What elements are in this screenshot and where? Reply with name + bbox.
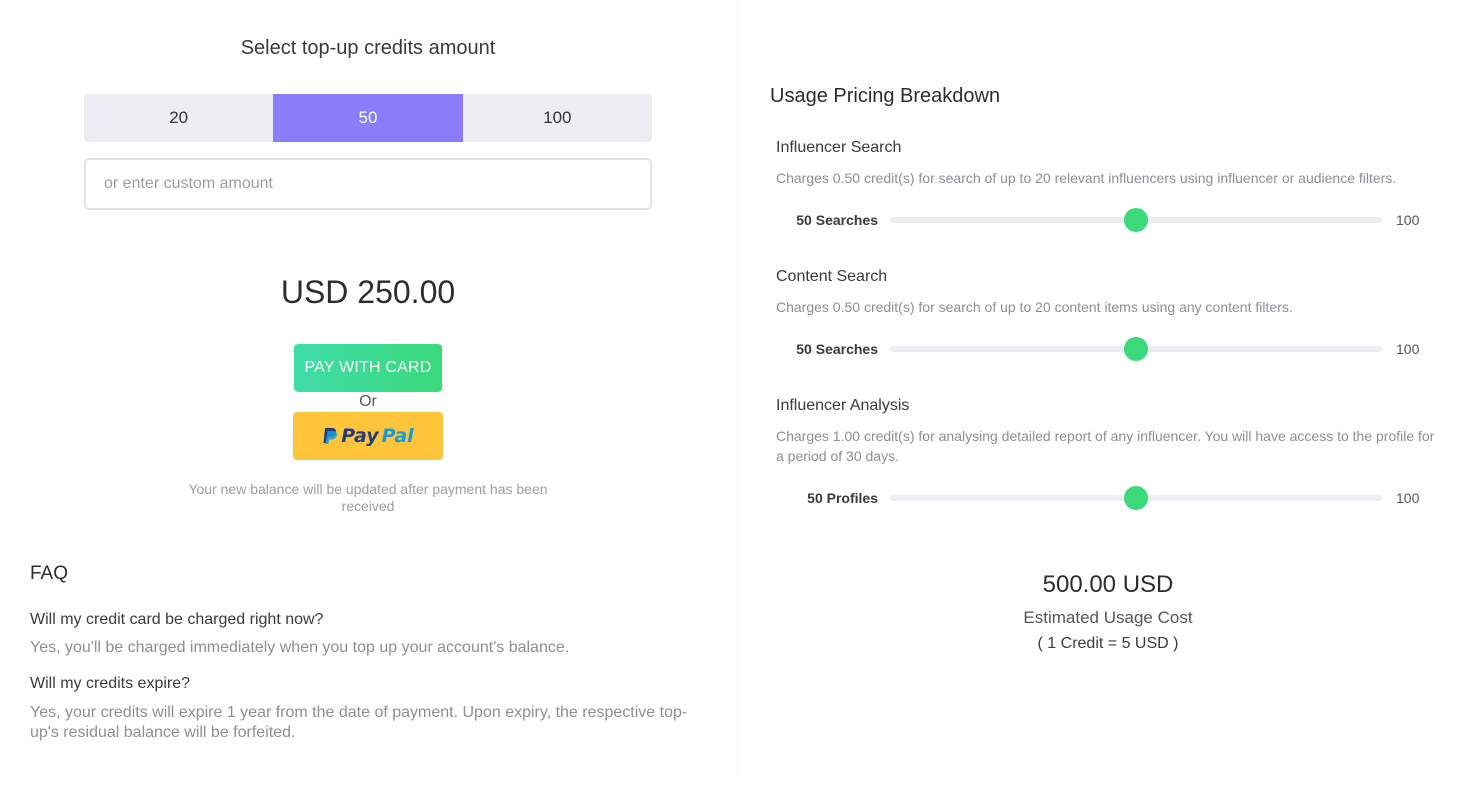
slider-max-label: 100 xyxy=(1396,212,1420,228)
topup-title: Select top-up credits amount xyxy=(240,37,496,59)
balance-note: Your new balance will be updated after p… xyxy=(188,481,548,514)
slider-thumb[interactable] xyxy=(1124,208,1148,232)
usage-title: Usage Pricing Breakdown xyxy=(770,85,1001,107)
influencer-search-desc: Charges 0.50 credit(s) for search of up … xyxy=(776,170,1397,186)
influencer-search-slider-row: 50 Searches 100 xyxy=(776,208,1446,232)
column-divider xyxy=(737,0,738,775)
influencer-analysis-desc: Charges 1.00 credit(s) for analysing det… xyxy=(776,428,1435,464)
credit-rate: ( 1 Credit = 5 USD ) xyxy=(1037,635,1179,652)
slider-value-label: 50 Profiles xyxy=(807,490,878,506)
amount-option-50[interactable]: 50 xyxy=(273,94,463,142)
faq-title: FAQ xyxy=(30,563,69,584)
faq-answer: Yes, you'll be charged immediately when … xyxy=(30,639,570,656)
slider-max-label: 100 xyxy=(1396,490,1420,506)
slider-max-label: 100 xyxy=(1396,341,1420,357)
influencer-analysis-title: Influencer Analysis xyxy=(776,397,910,414)
influencer-analysis-slider-row: 50 Profiles 100 xyxy=(776,486,1446,510)
slider-value-label: 50 Searches xyxy=(796,212,878,228)
paypal-button[interactable]: Pay Pal xyxy=(293,412,443,460)
topup-price: USD 250.00 xyxy=(280,274,456,310)
amount-option-100[interactable]: 100 xyxy=(463,94,652,142)
pay-with-card-button[interactable]: PAY WITH CARD xyxy=(294,344,442,392)
slider-value-label: 50 Searches xyxy=(796,341,878,357)
faq-question: Will my credit card be charged right now… xyxy=(30,611,324,628)
influencer-search-title: Influencer Search xyxy=(776,139,902,156)
or-separator: Or xyxy=(359,393,377,410)
paypal-word-pay: Pay xyxy=(341,425,379,447)
paypal-word-pal: Pal xyxy=(381,425,414,447)
faq-question: Will my credits expire? xyxy=(30,675,191,692)
slider-thumb[interactable] xyxy=(1124,337,1148,361)
influencer-analysis-slider[interactable] xyxy=(890,486,1382,510)
content-search-desc: Charges 0.50 credit(s) for search of up … xyxy=(776,299,1293,315)
slider-thumb[interactable] xyxy=(1124,486,1148,510)
influencer-search-slider[interactable] xyxy=(890,208,1382,232)
content-search-slider[interactable] xyxy=(890,337,1382,361)
faq-answer: Yes, your credits will expire 1 year fro… xyxy=(30,704,688,741)
custom-amount-input[interactable] xyxy=(84,158,652,210)
estimated-cost-value: 500.00 USD xyxy=(1042,571,1174,598)
estimated-cost-label: Estimated Usage Cost xyxy=(1023,608,1193,627)
content-search-title: Content Search xyxy=(776,268,888,285)
paypal-icon xyxy=(323,428,338,444)
paypal-logo: Pay Pal xyxy=(322,425,414,447)
amount-option-20[interactable]: 20 xyxy=(84,94,273,142)
amount-selector: 20 50 100 xyxy=(84,94,652,142)
content-search-slider-row: 50 Searches 100 xyxy=(776,337,1446,361)
